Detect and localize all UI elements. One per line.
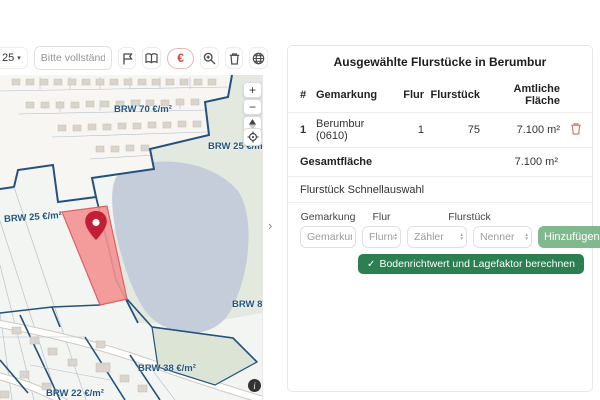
clear-selection-button[interactable] [225,47,244,69]
info-icon[interactable]: i [248,379,261,392]
map-canvas[interactable] [0,75,262,400]
col-header-flur: Flur [390,89,424,101]
book-icon [145,52,158,65]
flur-field: ▴▾ [362,226,401,248]
col-header-num: # [300,89,316,101]
zoom-out-button[interactable]: − [243,99,262,115]
panel-title-prefix: Ausgewählte Flurstücke in [334,55,486,69]
nenner-input[interactable] [480,231,525,243]
total-row: Gesamtfläche 7.100 m² [288,148,592,177]
bodenrichtwert-mode-button[interactable]: € [167,48,194,69]
zaehler-input[interactable] [414,231,460,243]
map-zoom-controls: + − [243,82,262,132]
row-num: 1 [300,124,316,136]
panel-title: Ausgewählte Flurstücke in Berumbur [288,46,592,77]
panel-title-location: Berumbur [489,55,546,69]
zaehler-field: ▴▾ [407,226,467,248]
chevron-down-icon: ▾ [17,54,21,62]
add-parcel-button[interactable]: Hinzufügen [538,226,600,248]
total-label: Gesamtfläche [300,156,478,168]
geolocate-button[interactable] [243,128,262,146]
row-flurstueck: 75 [424,124,480,136]
flag-icon [121,52,134,65]
scale-value: 25 [2,52,14,64]
stepper-icon[interactable]: ▴▾ [525,233,528,241]
flur-input[interactable] [369,231,394,243]
label-gemarkung: Gemarkung [300,211,356,226]
magnifier-plus-icon [203,52,216,65]
app: { "toolbar": { "scale_value": "25", "sca… [0,0,600,400]
layers-button[interactable] [249,47,268,69]
trash-icon [570,122,582,135]
calculate-button[interactable]: ✓ Bodenrichtwert und Lagefaktor berechne… [358,254,584,274]
stepper-icon[interactable]: ▴▾ [394,233,397,241]
table-row: 1 Berumbur (0610) 1 75 7.100 m² [288,113,592,148]
globe-icon [252,52,265,65]
scale-select[interactable]: 25 ▾ [0,47,28,69]
trash-icon [228,52,241,65]
table-header-row: # Gemarkung Flur Flurstück Amtliche Fläc… [288,77,592,113]
nenner-field: ▴▾ [473,226,532,248]
col-header-gemarkung: Gemarkung [316,89,390,101]
col-header-flurstueck: Flurstück [424,89,480,101]
label-flurstueck: Flurstück [407,211,532,226]
row-flur: 1 [390,124,424,136]
zoom-in-button[interactable]: + [243,82,262,98]
address-search-input[interactable] [34,46,112,70]
panel-collapse-chevron-icon[interactable]: › [268,218,272,233]
euro-icon: € [177,51,184,65]
stepper-icon[interactable]: ▴▾ [460,233,463,241]
row-gemarkung: Berumbur (0610) [316,118,390,142]
row-flaeche: 7.100 m² [480,124,560,136]
geolocate-icon [247,131,259,143]
delete-row-button[interactable] [570,122,582,138]
quickselect-section-title: Flurstück Schnellauswahl [288,177,592,203]
gemarkung-field [300,226,356,248]
book-button[interactable] [142,47,161,69]
flag-button[interactable] [118,47,137,69]
selected-parcels-panel: Ausgewählte Flurstücke in Berumbur # Gem… [287,45,593,392]
col-header-flaeche: Amtliche Fläche [480,83,560,107]
map-toolbar: 25 ▾ € [0,44,268,72]
zoom-search-button[interactable] [200,47,219,69]
gemarkung-input[interactable] [307,231,352,243]
calculate-button-label: Bodenrichtwert und Lagefaktor berechnen [379,258,575,270]
total-value: 7.100 m² [478,156,558,168]
label-flur: Flur [362,211,401,226]
quickselect-form: Gemarkung Flur Flurstück ▴▾ ▴▾ ▴▾ Hinzuf… [288,203,592,248]
map-container: BRW 70 €/m² BRW 25 €/m² BRW 25 €/m² BRW … [0,75,263,400]
check-icon: ✓ [367,259,375,270]
